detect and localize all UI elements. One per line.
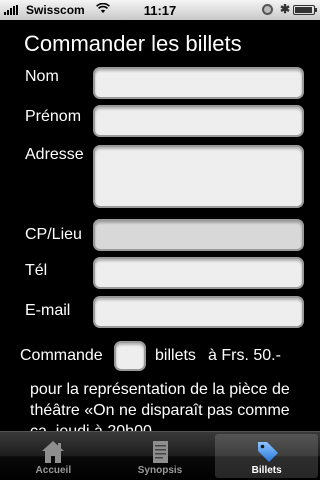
prenom-label: Prénom bbox=[25, 108, 82, 125]
bluetooth-icon: ✱ bbox=[280, 2, 291, 16]
email-label: E-mail bbox=[25, 302, 71, 319]
adresse-field[interactable] bbox=[93, 145, 304, 208]
home-icon bbox=[38, 438, 68, 466]
nom-field[interactable] bbox=[93, 67, 304, 99]
commande-label: Commande bbox=[20, 347, 103, 364]
battery-icon bbox=[293, 5, 317, 15]
tab-synopsis-label: Synopsis bbox=[137, 465, 183, 476]
document-icon bbox=[145, 438, 175, 466]
status-bar: Swisscom 11:17 ✱ bbox=[0, 0, 320, 20]
rotation-lock-icon bbox=[262, 4, 273, 15]
tab-accueil[interactable]: Accueil bbox=[2, 434, 105, 478]
tab-bar: Accueil Synopsis Billets bbox=[0, 431, 320, 480]
tab-billets[interactable]: Billets bbox=[215, 434, 319, 478]
tab-accueil-label: Accueil bbox=[35, 465, 72, 476]
tab-billets-label: Billets bbox=[251, 465, 282, 476]
tel-field[interactable] bbox=[93, 257, 304, 289]
price-label: à Frs. 50.- bbox=[208, 347, 281, 364]
ticket-quantity-field[interactable] bbox=[114, 341, 146, 371]
tel-label: Tél bbox=[25, 262, 48, 279]
ticket-tag-icon bbox=[252, 438, 282, 466]
prenom-field[interactable] bbox=[93, 105, 304, 137]
email-field[interactable] bbox=[93, 296, 304, 328]
billets-label: billets bbox=[155, 347, 196, 364]
cp-lieu-label: CP/Lieu bbox=[25, 226, 82, 243]
page-title: Commander les billets bbox=[24, 31, 242, 56]
tab-synopsis[interactable]: Synopsis bbox=[109, 434, 212, 478]
cp-lieu-field[interactable] bbox=[93, 219, 304, 251]
adresse-label: Adresse bbox=[25, 146, 84, 163]
performance-description: pour la représentation de la pièce de th… bbox=[30, 381, 290, 431]
nom-label: Nom bbox=[25, 68, 59, 85]
